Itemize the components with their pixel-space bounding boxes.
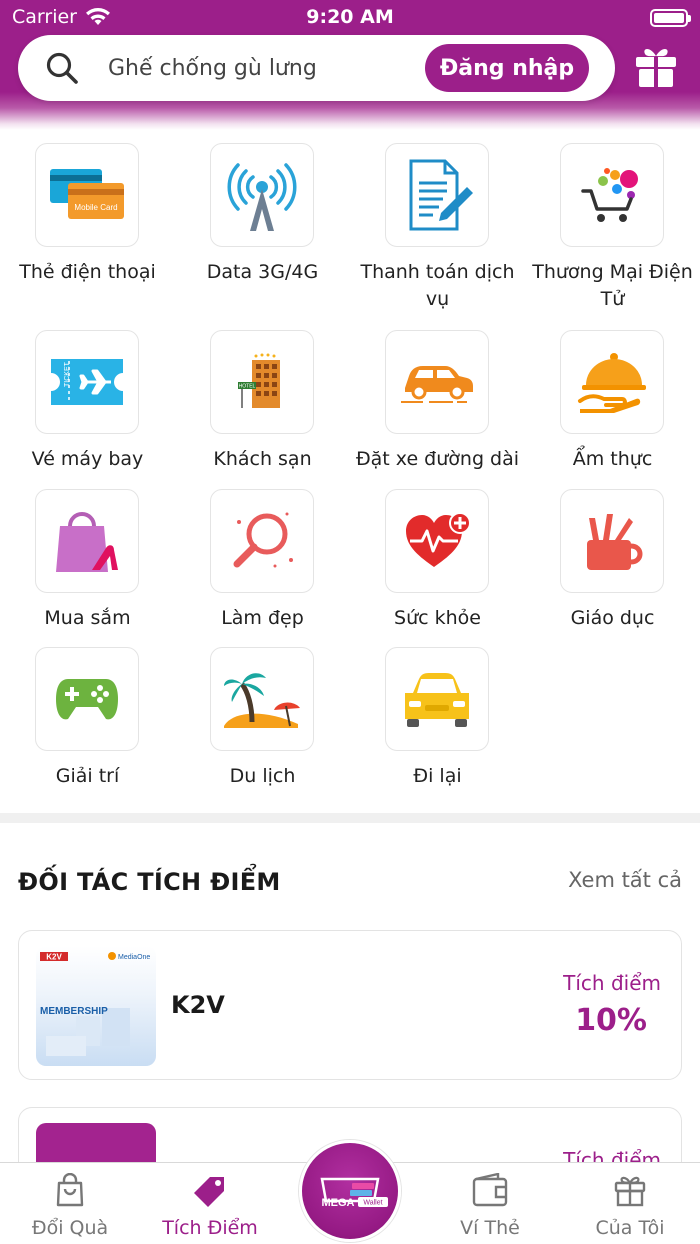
- service-label: Mua sắm: [44, 607, 131, 629]
- service-label: Giải trí: [55, 765, 120, 787]
- service-tile[interactable]: TICKET: [35, 330, 139, 434]
- service-tile[interactable]: [560, 330, 664, 434]
- service-tile[interactable]: [210, 489, 314, 593]
- service-label: Làm đẹp: [221, 607, 304, 629]
- gift-icon[interactable]: [632, 42, 680, 90]
- service-label: Thẻ điện thoại: [19, 261, 156, 283]
- svg-text:TICKET: TICKET: [64, 361, 71, 387]
- shopping-cart-icon: [581, 168, 638, 222]
- service-tile[interactable]: [385, 489, 489, 593]
- svg-text:MediaOne: MediaOne: [118, 954, 150, 961]
- service-label: Thanh toán dịch vụ: [360, 261, 515, 310]
- status-bar: Carrier 9:20 AM: [0, 0, 700, 34]
- service-label: Khách sạn: [213, 448, 312, 470]
- service-tile[interactable]: [560, 489, 664, 593]
- svg-text:HOTEL: HOTEL: [239, 384, 256, 390]
- service-tile[interactable]: [35, 647, 139, 751]
- service-grid: Mobile Card Thẻ điện thoại Data 3G/4G Th…: [0, 143, 700, 803]
- service-tile[interactable]: [385, 330, 489, 434]
- service-label: Sức khỏe: [394, 607, 481, 629]
- clock: 9:20 AM: [306, 6, 394, 28]
- service-label: Đặt xe đường dài: [355, 448, 520, 470]
- shopping-bag-outline-icon: [56, 1173, 84, 1207]
- svg-text:Wallet: Wallet: [363, 1200, 382, 1207]
- mega-wallet-button[interactable]: Wallet MEGA: [299, 1140, 401, 1242]
- svg-text:MEMBERSHIP: MEMBERSHIP: [40, 1006, 108, 1017]
- hotel-icon: HOTEL: [238, 353, 280, 408]
- partner-logo: K2V MediaOne MEMBERSHIP: [36, 946, 156, 1066]
- service-tile[interactable]: [35, 489, 139, 593]
- plane-ticket-icon: TICKET: [51, 359, 123, 405]
- service-tile[interactable]: [210, 143, 314, 247]
- heart-health-icon: [406, 512, 471, 567]
- service-tile[interactable]: [385, 143, 489, 247]
- service-tile[interactable]: HOTEL: [210, 330, 314, 434]
- service-label: Thương Mại Điện Tử: [532, 261, 693, 310]
- svg-text:Mobile Card: Mobile Card: [74, 203, 117, 212]
- section-divider: [0, 813, 700, 823]
- service-tile[interactable]: [560, 143, 664, 247]
- search-bar[interactable]: Đăng nhập: [18, 35, 615, 101]
- search-icon[interactable]: [44, 50, 80, 86]
- car-icon: [401, 366, 473, 403]
- mega-wallet-logo: Wallet MEGA: [320, 1177, 388, 1209]
- service-label: Data 3G/4G: [206, 261, 319, 283]
- partner-card[interactable]: K2V MediaOne MEMBERSHIP K2V Tích điểm 10…: [18, 930, 682, 1080]
- partners-title: ĐỐI TÁC TÍCH ĐIỂM: [18, 868, 281, 896]
- see-all-link[interactable]: Xem tất cả: [568, 868, 682, 892]
- phone-card-icon: Mobile Card: [50, 169, 124, 219]
- nav-cua-toi[interactable]: Của Tôi: [560, 1163, 700, 1244]
- svg-text:K2V: K2V: [46, 953, 62, 962]
- service-tile[interactable]: Mobile Card: [35, 143, 139, 247]
- nav-label: Của Tôi: [595, 1217, 665, 1239]
- nav-label: Đổi Quà: [31, 1217, 109, 1239]
- nav-doi-qua[interactable]: Đổi Quà: [0, 1163, 140, 1244]
- service-label: Vé máy bay: [31, 448, 144, 470]
- mirror-icon: [233, 512, 293, 568]
- taxi-icon: [405, 673, 469, 727]
- service-label: Giáo dục: [570, 607, 655, 629]
- price-tag-icon: [194, 1177, 224, 1207]
- service-tile[interactable]: [210, 647, 314, 751]
- document-pen-icon: [409, 159, 473, 231]
- food-cloche-icon: [578, 353, 646, 413]
- nav-vi-the[interactable]: Ví Thẻ: [420, 1163, 560, 1244]
- nav-tich-diem[interactable]: Tích Điểm: [140, 1163, 280, 1244]
- search-input[interactable]: [108, 53, 428, 83]
- points-label: Tích điểm: [563, 971, 661, 995]
- beach-icon: [224, 673, 300, 728]
- pencil-cup-icon: [587, 514, 643, 570]
- service-label: Du lịch: [229, 765, 296, 787]
- partner-name: K2V: [171, 991, 225, 1019]
- service-label: Đi lại: [413, 765, 462, 787]
- wallet-icon: [472, 1173, 508, 1207]
- nav-label: Tích Điểm: [162, 1217, 258, 1239]
- svg-text:MEGA: MEGA: [322, 1197, 355, 1209]
- shopping-bag-icon: [56, 512, 118, 572]
- gamepad-icon: [56, 679, 118, 720]
- service-tile[interactable]: [385, 647, 489, 751]
- nav-label: Ví Thẻ: [460, 1217, 520, 1239]
- app-header: Carrier 9:20 AM Đăng nhập: [0, 0, 700, 130]
- service-label: Ẩm thực: [572, 448, 653, 470]
- login-button[interactable]: Đăng nhập: [425, 44, 589, 92]
- gift-outline-icon: [614, 1176, 646, 1207]
- battery-icon: [650, 9, 691, 27]
- points-value: 10%: [575, 1003, 647, 1038]
- antenna-icon: [227, 163, 297, 231]
